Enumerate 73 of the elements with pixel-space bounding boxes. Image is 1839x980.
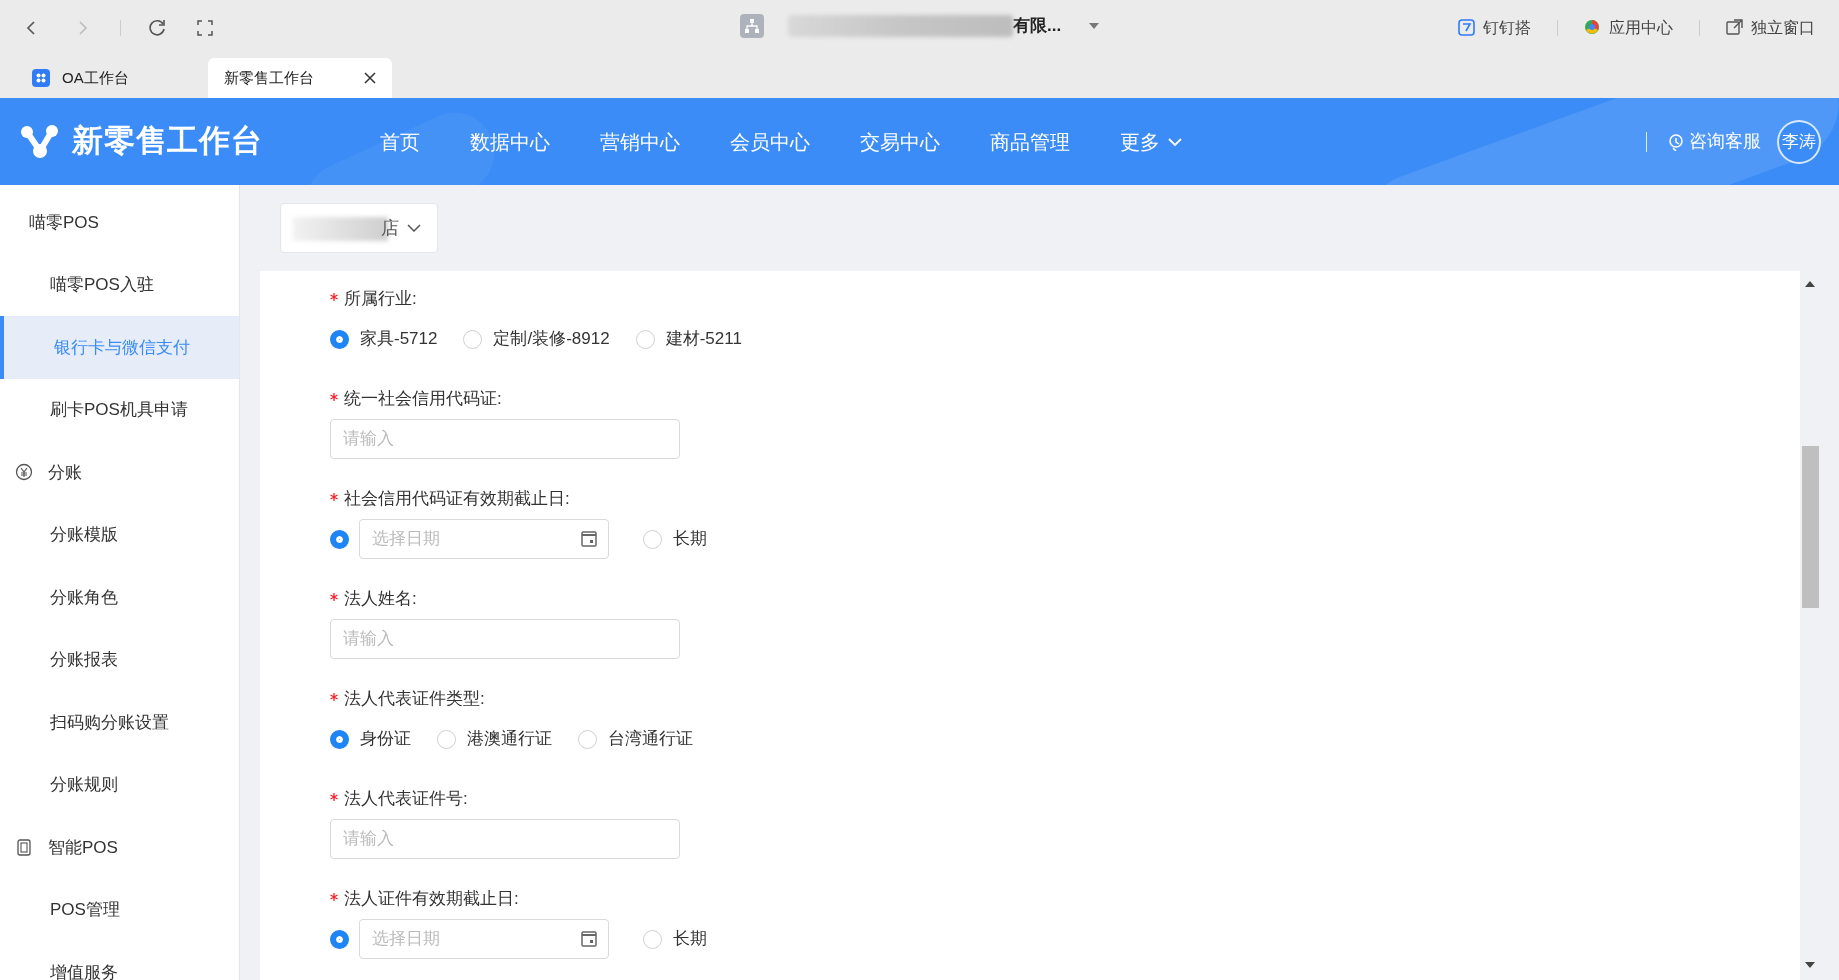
chevron-down-icon[interactable]	[407, 224, 421, 232]
calendar-icon[interactable]	[581, 531, 597, 547]
app-center-icon[interactable]	[1584, 19, 1601, 36]
refresh-icon[interactable]	[149, 18, 167, 37]
fullscreen-icon[interactable]	[197, 19, 213, 36]
field-label: 社会信用代码证有效期截止日:	[344, 488, 570, 511]
radio-button[interactable]	[330, 929, 349, 949]
sidebar-item[interactable]: 分账模版	[0, 503, 239, 566]
sidebar-group[interactable]: 智能POS	[0, 816, 239, 879]
yuan-icon[interactable]	[15, 463, 33, 482]
organization-icon[interactable]	[740, 13, 764, 38]
store-name: 店	[381, 216, 399, 240]
radio-button[interactable]	[643, 529, 662, 549]
radio-button[interactable]	[330, 529, 349, 549]
radio-label[interactable]: 长期	[673, 926, 707, 952]
sidebar-item[interactable]: 分账规则	[0, 753, 239, 816]
sidebar-item[interactable]: 刷卡POS机具申请	[0, 378, 239, 441]
radio-button[interactable]	[635, 329, 655, 349]
app-icon[interactable]	[32, 69, 50, 87]
radio-label[interactable]: 定制/装修-8912	[493, 326, 610, 352]
radio-label[interactable]: 港澳通行证	[467, 726, 552, 752]
headset-icon[interactable]	[1667, 132, 1685, 151]
toolbar-link[interactable]: 应用中心	[1584, 15, 1673, 40]
radio-button[interactable]	[330, 729, 349, 749]
date-field[interactable]: 选择日期	[359, 519, 609, 559]
radio-button[interactable]	[330, 329, 349, 349]
radio-button[interactable]	[643, 929, 662, 949]
calendar-icon[interactable]	[581, 931, 597, 947]
toolbar-link[interactable]: 独立窗口	[1726, 15, 1815, 40]
radio-label[interactable]: 长期	[673, 526, 707, 552]
radio-button[interactable]	[463, 329, 483, 349]
radio-label[interactable]: 身份证	[360, 726, 411, 752]
sidebar-item[interactable]: 增值服务	[0, 941, 239, 980]
close-icon[interactable]	[364, 72, 376, 84]
browser-tab[interactable]: 新零售工作台	[208, 58, 392, 98]
browser-tab[interactable]: OA工作台	[16, 58, 200, 98]
scroll-up-icon[interactable]	[1805, 281, 1815, 287]
field-label: 法人代表证件类型:	[344, 688, 485, 711]
radio-button[interactable]	[437, 729, 456, 749]
sidebar-item[interactable]: 分账角色	[0, 566, 239, 629]
toolbar-link[interactable]: 钉钉搭	[1458, 15, 1531, 40]
field-label: 法人证件有效期截止日:	[344, 888, 519, 911]
tab-label: 新零售工作台	[224, 67, 314, 88]
sidebar-group[interactable]: 喵零POS	[0, 191, 239, 254]
radio-button[interactable]	[578, 729, 597, 749]
device-icon[interactable]	[15, 838, 33, 857]
date-field[interactable]: 选择日期	[359, 919, 609, 959]
dropdown-icon[interactable]	[1089, 22, 1100, 29]
sidebar-item[interactable]: POS管理	[0, 878, 239, 941]
radio-label[interactable]: 建材-5211	[665, 326, 742, 352]
back-icon[interactable]	[24, 19, 38, 36]
input-field[interactable]: 请输入	[330, 419, 680, 459]
field-label: 统一社会信用代码证:	[344, 388, 502, 411]
org-name: 有限...	[1013, 15, 1062, 37]
sidebar-group[interactable]: 分账	[0, 441, 239, 504]
app-title: 新零售工作台	[72, 122, 263, 161]
scrollbar-thumb[interactable]	[1802, 446, 1819, 608]
sidebar-item[interactable]: 扫码购分账设置	[0, 691, 239, 754]
input-field[interactable]: 请输入	[330, 819, 680, 859]
app-logo-icon[interactable]	[1458, 19, 1475, 36]
field-label: 法人代表证件号:	[344, 788, 468, 811]
input-field[interactable]: 请输入	[330, 619, 680, 659]
radio-label[interactable]: 台湾通行证	[608, 726, 693, 752]
field-label: 所属行业:	[344, 288, 417, 311]
scroll-down-icon[interactable]	[1805, 962, 1815, 968]
radio-label[interactable]: 家具-5712	[360, 326, 438, 352]
logo-icon[interactable]	[20, 124, 60, 159]
popout-icon[interactable]	[1726, 19, 1743, 36]
store-select[interactable]: 店	[280, 203, 438, 253]
tab-label: OA工作台	[62, 67, 129, 88]
field-label: 法人姓名:	[344, 588, 417, 611]
sidebar-item[interactable]: 分账报表	[0, 628, 239, 691]
sidebar-item[interactable]: 喵零POS入驻	[0, 253, 239, 316]
